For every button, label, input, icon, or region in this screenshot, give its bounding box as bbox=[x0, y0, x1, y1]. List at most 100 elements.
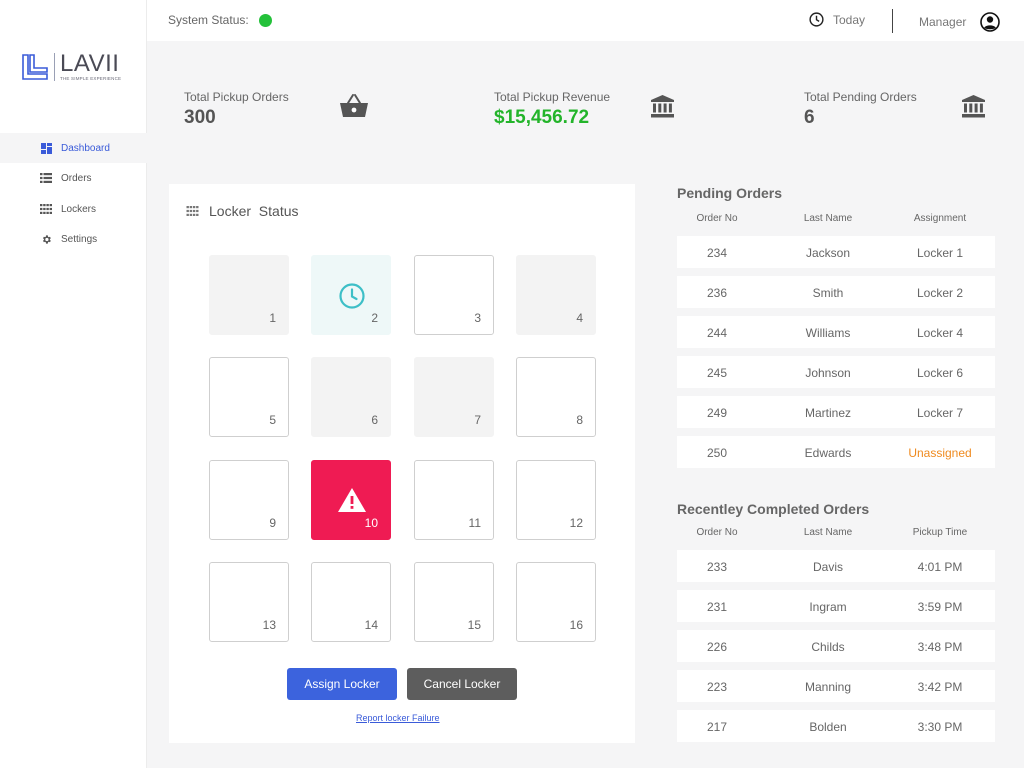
column-header: Order No bbox=[696, 213, 738, 224]
topbar-divider bbox=[892, 9, 893, 33]
locker-10[interactable]: 10 bbox=[311, 460, 391, 540]
lavii-logo-icon bbox=[22, 54, 48, 80]
table-cell: 234 bbox=[706, 246, 728, 260]
locker-14[interactable]: 14 bbox=[311, 562, 391, 642]
table-cell: Locker 1 bbox=[916, 246, 964, 260]
locker-12[interactable]: 12 bbox=[516, 460, 596, 540]
completed-orders-title: Recentley Completed Orders bbox=[677, 501, 870, 517]
locker-2[interactable]: 2 bbox=[311, 255, 391, 335]
locker-6[interactable]: 6 bbox=[311, 357, 391, 437]
stat-label: Total Pickup Orders bbox=[184, 90, 289, 104]
warning-icon bbox=[338, 488, 366, 512]
column-header: Order No bbox=[696, 527, 738, 538]
locker-1[interactable]: 1 bbox=[209, 255, 289, 335]
panel-title: Locker Status bbox=[186, 203, 299, 219]
table-cell: Locker 7 bbox=[916, 406, 964, 420]
locker-number: 5 bbox=[269, 413, 276, 427]
table-row[interactable]: 217 Bolden 3:30 PM bbox=[677, 710, 995, 742]
sidebar-item-label: Orders bbox=[61, 172, 92, 184]
table-cell: Martinez bbox=[804, 406, 851, 420]
table-cell: Jackson bbox=[805, 246, 851, 260]
stat-pickup-revenue: Total Pickup Revenue $15,456.72 bbox=[494, 90, 610, 129]
brand-name: LAVII bbox=[60, 50, 120, 77]
stat-value: $15,456.72 bbox=[494, 107, 590, 128]
dashboard-icon bbox=[40, 142, 52, 154]
locker-7[interactable]: 7 bbox=[414, 357, 494, 437]
locker-number: 13 bbox=[262, 618, 276, 632]
table-cell: 217 bbox=[706, 720, 728, 734]
logo-divider bbox=[54, 53, 55, 81]
locker-5[interactable]: 5 bbox=[209, 357, 289, 437]
locker-number: 2 bbox=[371, 311, 378, 325]
table-row[interactable]: 244 Williams Locker 4 bbox=[677, 316, 995, 348]
locker-number: 16 bbox=[569, 618, 583, 632]
system-status-label: System Status: bbox=[168, 13, 249, 27]
locker-number: 9 bbox=[269, 516, 276, 530]
table-row[interactable]: 231 Ingram 3:59 PM bbox=[677, 590, 995, 622]
table-cell: 233 bbox=[706, 560, 728, 574]
table-cell: Johnson bbox=[805, 366, 851, 380]
table-row[interactable]: 226 Childs 3:48 PM bbox=[677, 630, 995, 662]
column-header: Last Name bbox=[803, 213, 853, 224]
locker-number: 1 bbox=[269, 311, 276, 325]
cancel-locker-button[interactable]: Cancel Locker bbox=[407, 668, 517, 700]
pending-orders-title: Pending Orders bbox=[677, 185, 783, 201]
today-filter[interactable]: Today bbox=[809, 12, 865, 27]
completed-orders-header: Order No Last Name Pickup Time bbox=[677, 527, 995, 541]
table-cell: Davis bbox=[812, 560, 843, 574]
locker-number: 14 bbox=[364, 618, 378, 632]
sidebar-item-settings[interactable]: Settings bbox=[0, 224, 147, 254]
locker-16[interactable]: 16 bbox=[516, 562, 596, 642]
table-cell: 3:59 PM bbox=[917, 600, 963, 614]
brand-logo[interactable]: LAVII THE SIMPLE EXPERIENCE bbox=[22, 50, 122, 82]
locker-status-panel: Locker Status 1 2 3 4 5 6 7 8 9 10 11 12 13 14 15 16 As… bbox=[169, 184, 635, 743]
locker-9[interactable]: 9 bbox=[209, 460, 289, 540]
gear-icon bbox=[40, 233, 52, 245]
table-cell: 244 bbox=[706, 326, 728, 340]
table-row[interactable]: 249 Martinez Locker 7 bbox=[677, 396, 995, 428]
user-menu[interactable]: Manager bbox=[919, 12, 1001, 32]
locker-number: 4 bbox=[576, 311, 583, 325]
locker-13[interactable]: 13 bbox=[209, 562, 289, 642]
locker-4[interactable]: 4 bbox=[516, 255, 596, 335]
sidebar-item-dashboard[interactable]: Dashboard bbox=[0, 133, 147, 163]
table-cell: 226 bbox=[706, 640, 728, 654]
stat-pending-orders: Total Pending Orders 6 bbox=[804, 90, 917, 129]
table-cell: Childs bbox=[811, 640, 845, 654]
table-cell: Unassigned bbox=[908, 446, 972, 460]
bank-icon bbox=[962, 95, 985, 118]
locker-15[interactable]: 15 bbox=[414, 562, 494, 642]
table-row[interactable]: 233 Davis 4:01 PM bbox=[677, 550, 995, 582]
assign-locker-button[interactable]: Assign Locker bbox=[287, 668, 397, 700]
table-cell: Ingram bbox=[809, 600, 847, 614]
table-cell: Smith bbox=[812, 286, 844, 300]
sidebar-item-lockers[interactable]: Lockers bbox=[0, 194, 147, 224]
locker-number: 6 bbox=[371, 413, 378, 427]
locker-number: 8 bbox=[576, 413, 583, 427]
table-row[interactable]: 236 Smith Locker 2 bbox=[677, 276, 995, 308]
table-cell: 3:42 PM bbox=[917, 680, 963, 694]
stat-value: 300 bbox=[184, 107, 216, 128]
table-cell: 231 bbox=[706, 600, 728, 614]
stat-pickup-orders: Total Pickup Orders 300 bbox=[184, 90, 289, 129]
report-locker-failure-link[interactable]: Report locker Failure bbox=[356, 713, 440, 723]
table-row[interactable]: 245 Johnson Locker 6 bbox=[677, 356, 995, 388]
table-cell: Locker 4 bbox=[916, 326, 964, 340]
list-icon bbox=[40, 172, 52, 184]
logo-text: LAVII THE SIMPLE EXPERIENCE bbox=[60, 50, 122, 82]
sidebar-item-label: Settings bbox=[61, 233, 98, 245]
table-row[interactable]: 223 Manning 3:42 PM bbox=[677, 670, 995, 702]
table-row[interactable]: 250 Edwards Unassigned bbox=[677, 436, 995, 468]
locker-11[interactable]: 11 bbox=[414, 460, 494, 540]
locker-3[interactable]: 3 bbox=[414, 255, 494, 335]
table-cell: Williams bbox=[805, 326, 851, 340]
stat-value: 6 bbox=[804, 107, 815, 128]
today-label: Today bbox=[833, 12, 866, 27]
bank-icon bbox=[651, 95, 674, 118]
locker-8[interactable]: 8 bbox=[516, 357, 596, 437]
locker-number: 11 bbox=[468, 516, 481, 530]
table-row[interactable]: 234 Jackson Locker 1 bbox=[677, 236, 995, 268]
table-cell: Manning bbox=[804, 680, 852, 694]
brand-tagline: THE SIMPLE EXPERIENCE bbox=[60, 76, 122, 81]
sidebar-item-orders[interactable]: Orders bbox=[0, 163, 147, 193]
